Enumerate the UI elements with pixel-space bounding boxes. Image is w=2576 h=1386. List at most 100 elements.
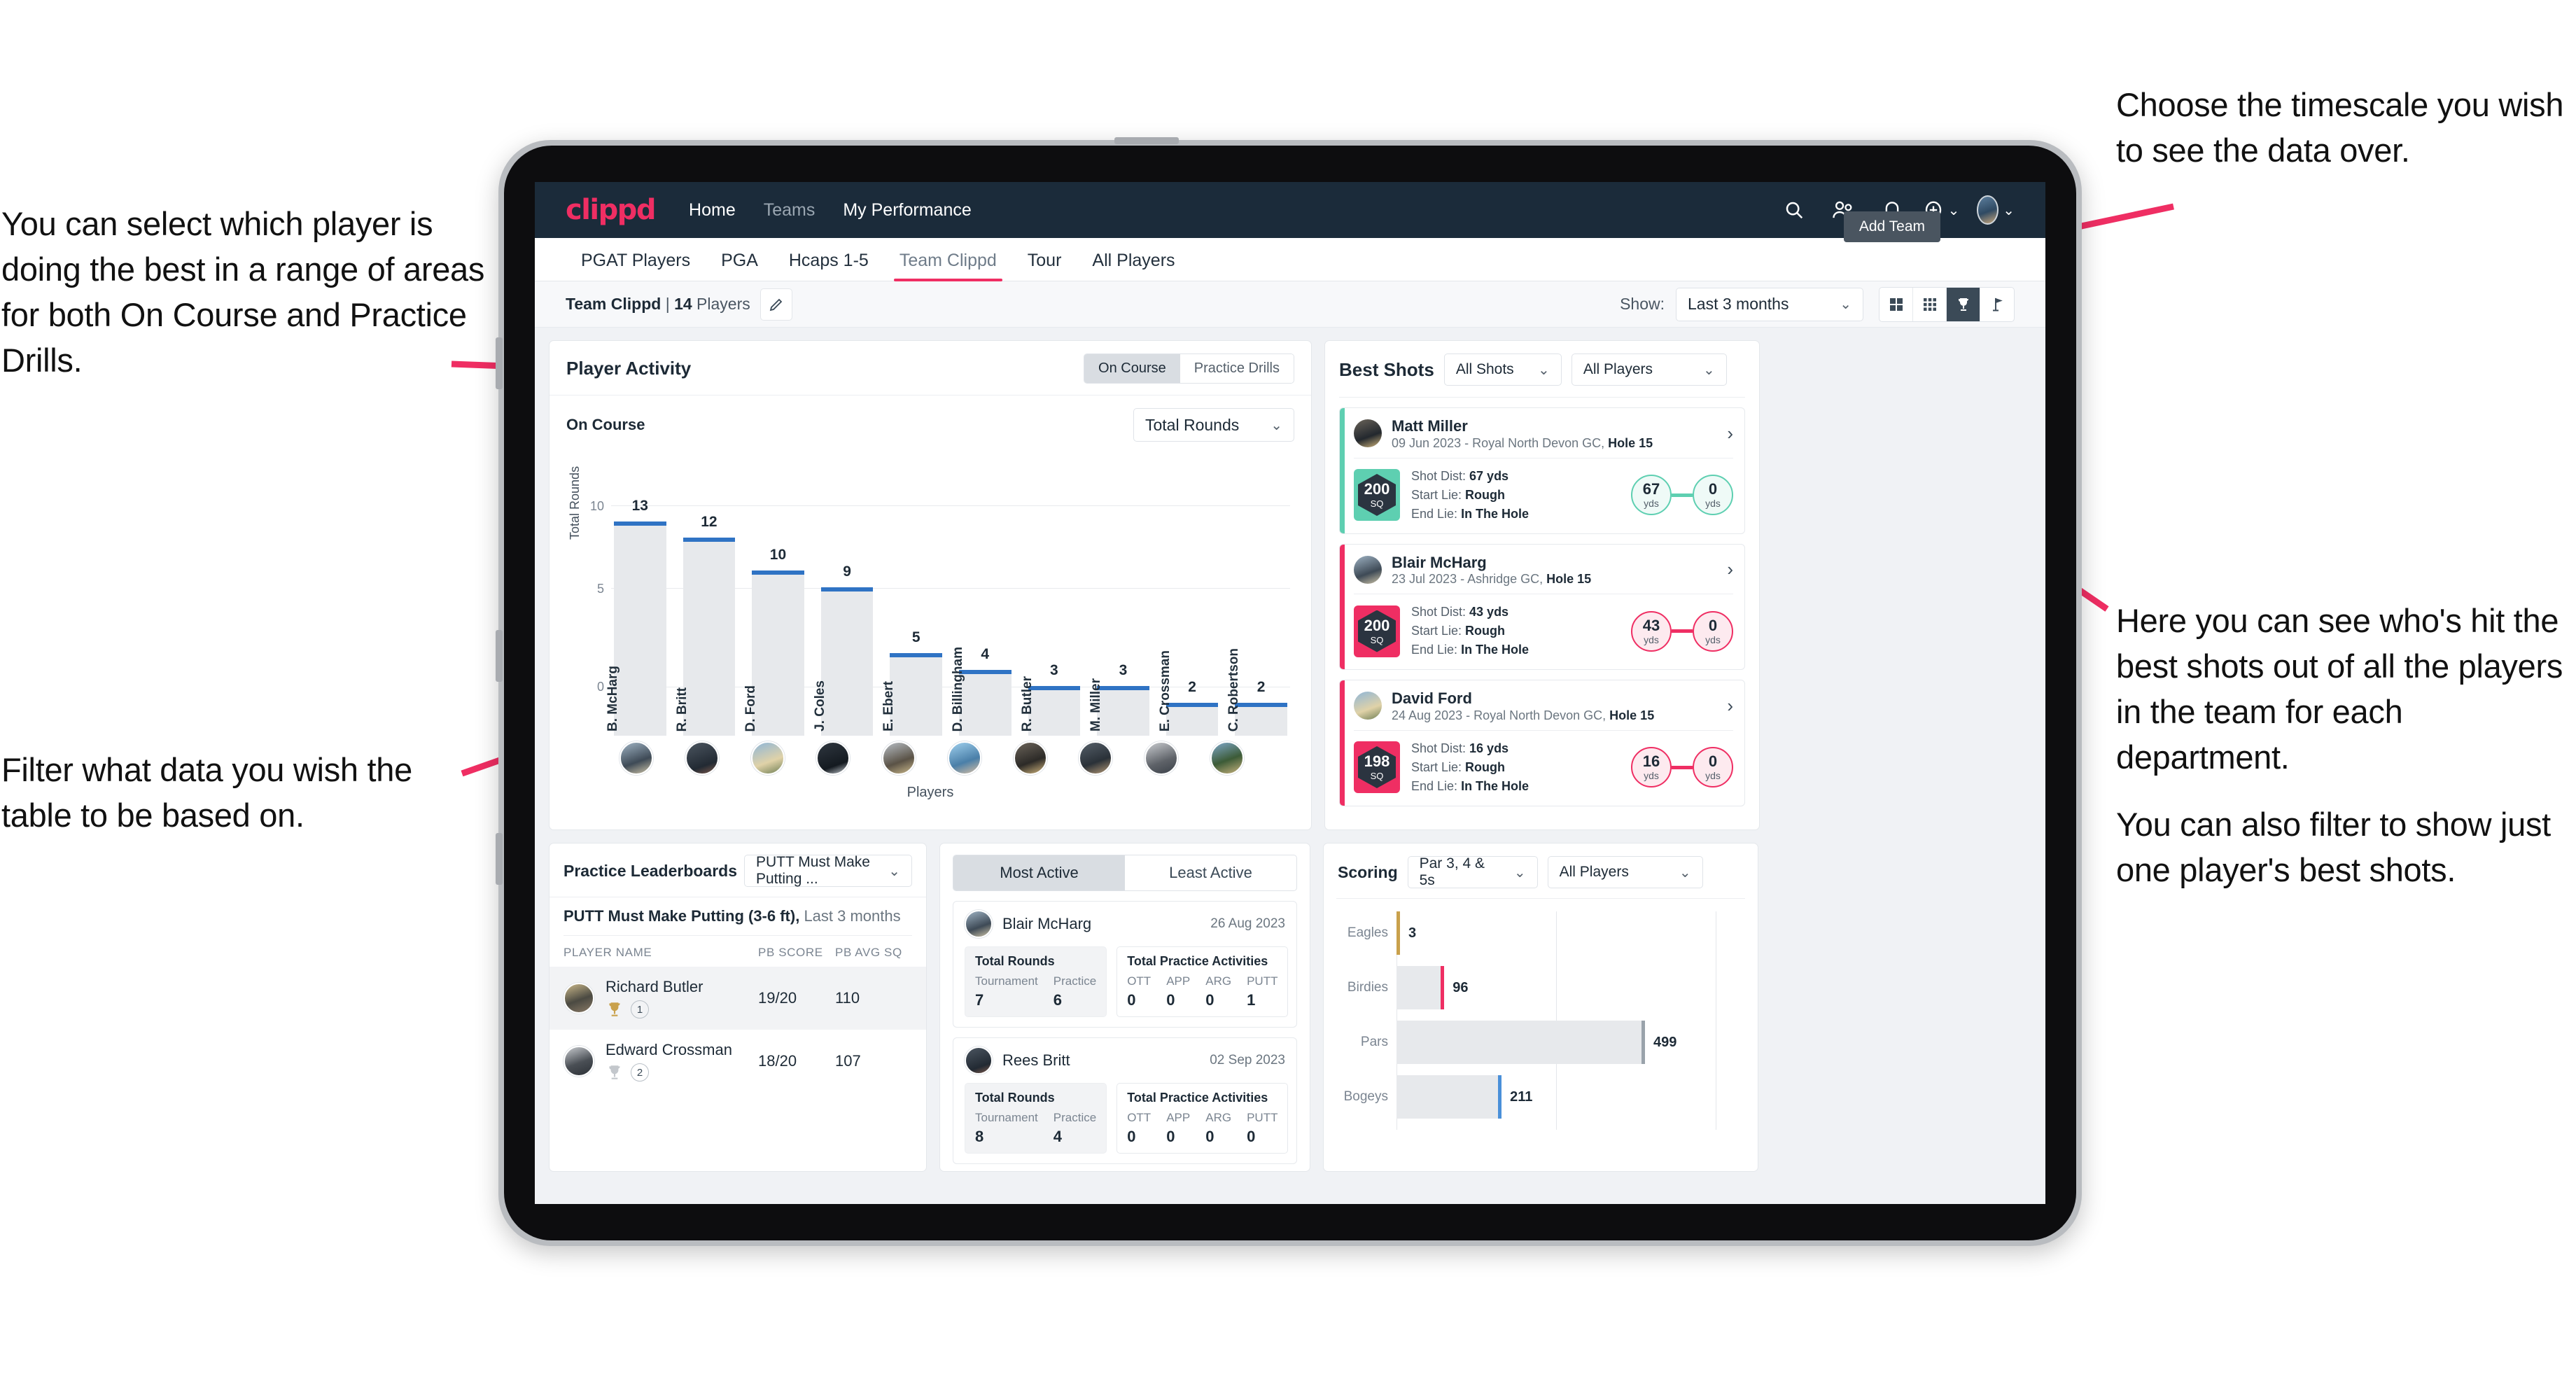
nav-link-teams[interactable]: Teams bbox=[764, 200, 816, 220]
avatar bbox=[564, 983, 594, 1014]
team-summary: Team Clippd | 14 Players bbox=[566, 295, 750, 313]
trophy-icon bbox=[609, 1002, 620, 1016]
best-shot-card[interactable]: Blair McHarg 23 Jul 2023 - Ashridge GC, H… bbox=[1339, 543, 1745, 670]
avatar[interactable] bbox=[620, 741, 653, 775]
tab-least-active[interactable]: Least Active bbox=[1125, 855, 1296, 890]
dashboard-content: Player Activity On Course Practice Drill… bbox=[535, 328, 2045, 1204]
trophy-icon[interactable] bbox=[1947, 287, 1980, 321]
avatar[interactable] bbox=[1210, 741, 1244, 775]
avatar[interactable] bbox=[1079, 741, 1113, 775]
avatar[interactable] bbox=[882, 741, 916, 775]
table-row[interactable]: Richard Butler 1 19/20 110 bbox=[550, 967, 926, 1030]
tab-pgat-players[interactable]: PGAT Players bbox=[566, 251, 706, 281]
chevron-down-icon: ⌄ bbox=[1703, 362, 1715, 378]
activity-card[interactable]: Rees Britt 02 Sep 2023 Total Rounds Tournam… bbox=[953, 1037, 1297, 1164]
bar[interactable] bbox=[1097, 686, 1149, 736]
avatar[interactable] bbox=[685, 741, 719, 775]
view-mode-toggle bbox=[1879, 286, 2015, 322]
bar[interactable] bbox=[958, 669, 1011, 736]
clippd-logo[interactable]: clippd bbox=[566, 194, 657, 226]
grid-large-icon[interactable] bbox=[1879, 287, 1913, 321]
avatar[interactable] bbox=[947, 741, 981, 775]
best-shots-player-filter[interactable]: All Players ⌄ bbox=[1571, 354, 1727, 386]
tab-all-players[interactable]: All Players bbox=[1077, 251, 1190, 281]
scoring-bar[interactable] bbox=[1396, 966, 1445, 1009]
metric-select[interactable]: Total Rounds ⌄ bbox=[1133, 408, 1294, 442]
flag-icon[interactable] bbox=[1980, 288, 2014, 321]
avatar bbox=[1354, 555, 1382, 584]
best-shot-card[interactable]: David Ford 24 Aug 2023 - Royal North Devo… bbox=[1339, 680, 1745, 806]
scoring-bar-row: Birdies 96 bbox=[1336, 966, 1745, 1009]
bar-category-label: E. Ebert bbox=[881, 681, 897, 732]
scoring-value: 499 bbox=[1653, 1034, 1677, 1050]
segment-on-course[interactable]: On Course bbox=[1084, 354, 1180, 383]
chevron-right-icon[interactable]: › bbox=[1727, 559, 1733, 580]
metric-value: 4 bbox=[1053, 1128, 1063, 1145]
bar-category-label: J. Coles bbox=[812, 680, 827, 732]
drill-select[interactable]: PUTT Must Make Putting ... ⌄ bbox=[744, 854, 912, 887]
bar[interactable] bbox=[1166, 702, 1219, 736]
bar-category-label: D. Billingham bbox=[950, 646, 965, 732]
scoring-player-filter[interactable]: All Players ⌄ bbox=[1547, 856, 1703, 888]
nav-link-my-performance[interactable]: My Performance bbox=[843, 200, 971, 220]
tab-most-active[interactable]: Most Active bbox=[953, 855, 1125, 890]
metric-value: 0 bbox=[1205, 991, 1214, 1009]
app-screen: clippd Home Teams My Performance ⌄ ⌄ PGA… bbox=[535, 182, 2045, 1204]
bar[interactable] bbox=[890, 653, 942, 736]
bar[interactable] bbox=[1028, 686, 1081, 736]
activity-card[interactable]: Blair McHarg 26 Aug 2023 Total Rounds Tourn… bbox=[953, 901, 1297, 1028]
bar[interactable] bbox=[682, 538, 736, 736]
avatar bbox=[564, 1046, 594, 1077]
scoring-bar[interactable] bbox=[1396, 1075, 1502, 1119]
timescale-select[interactable]: Last 3 months ⌄ bbox=[1676, 287, 1863, 321]
pb-score-value: 18/20 bbox=[758, 1052, 797, 1070]
edit-team-button[interactable] bbox=[760, 288, 792, 321]
bar[interactable] bbox=[752, 570, 804, 736]
device-button-volume-down bbox=[496, 630, 503, 682]
player-activity-card: Player Activity On Course Practice Drill… bbox=[549, 340, 1312, 830]
grid-small-icon[interactable] bbox=[1913, 287, 1947, 321]
bar[interactable] bbox=[820, 587, 874, 736]
bar-category-label: C. Robertson bbox=[1226, 648, 1242, 732]
bar-column: 3 M. Miller bbox=[1088, 505, 1149, 736]
avatar[interactable] bbox=[750, 741, 785, 775]
avatar[interactable] bbox=[1144, 741, 1179, 775]
metric-key: PUTT bbox=[1247, 1111, 1278, 1124]
bar[interactable] bbox=[1235, 702, 1287, 736]
shot-details: Shot Dist: 16 yds Start Lie: Rough End Lie… bbox=[1411, 741, 1530, 793]
shot-quality-badge: 200 SQ bbox=[1354, 469, 1400, 521]
leaderboard-header-row: PLAYER NAME PB SCORE PB AVG SQ bbox=[550, 936, 926, 967]
bar-value: 2 bbox=[1256, 678, 1266, 695]
tab-pga[interactable]: PGA bbox=[706, 251, 774, 281]
scoring-bar[interactable] bbox=[1396, 911, 1400, 955]
device-button-volume-up bbox=[496, 337, 503, 389]
show-label: Show: bbox=[1620, 295, 1665, 313]
tab-team-clippd[interactable]: Team Clippd bbox=[884, 251, 1012, 281]
metric-value: 6 bbox=[1053, 991, 1063, 1009]
scoring-par-filter[interactable]: Par 3, 4 & 5s ⌄ bbox=[1407, 855, 1538, 888]
scoring-category-label: Bogeys bbox=[1343, 1089, 1388, 1104]
leaderboard-subtitle: PUTT Must Make Putting (3-6 ft), Last 3 … bbox=[564, 907, 901, 925]
avatar[interactable] bbox=[1013, 741, 1047, 775]
metric-key: PUTT bbox=[1247, 974, 1278, 988]
table-row[interactable]: Edward Crossman 2 18/20 107 bbox=[550, 1030, 926, 1093]
bar-category-label: R. Britt bbox=[674, 687, 690, 732]
scoring-bar-row: Bogeys 211 bbox=[1336, 1075, 1745, 1119]
team-toolbar: Team Clippd | 14 Players Show: Last 3 mo… bbox=[535, 281, 2045, 328]
avatar[interactable]: ⌄ bbox=[1977, 191, 2015, 229]
tab-hcaps-1-5[interactable]: Hcaps 1-5 bbox=[774, 251, 884, 281]
player-name: Blair McHarg bbox=[1002, 915, 1092, 932]
segment-practice-drills[interactable]: Practice Drills bbox=[1180, 354, 1294, 383]
best-shot-card[interactable]: Matt Miller 09 Jun 2023 - Royal North Dev… bbox=[1339, 407, 1745, 534]
activity-tabs: Most Active Least Active bbox=[953, 855, 1297, 891]
nav-link-home[interactable]: Home bbox=[689, 200, 736, 220]
search-icon[interactable] bbox=[1775, 191, 1813, 229]
avatar[interactable] bbox=[816, 741, 850, 775]
best-shots-shot-filter[interactable]: All Shots ⌄ bbox=[1443, 354, 1562, 386]
chevron-right-icon[interactable]: › bbox=[1727, 423, 1733, 444]
chevron-down-icon: ⌄ bbox=[1513, 864, 1526, 881]
bar[interactable] bbox=[614, 521, 666, 736]
tab-tour[interactable]: Tour bbox=[1012, 251, 1077, 281]
scoring-bar[interactable] bbox=[1396, 1021, 1645, 1064]
chevron-right-icon[interactable]: › bbox=[1727, 695, 1733, 717]
